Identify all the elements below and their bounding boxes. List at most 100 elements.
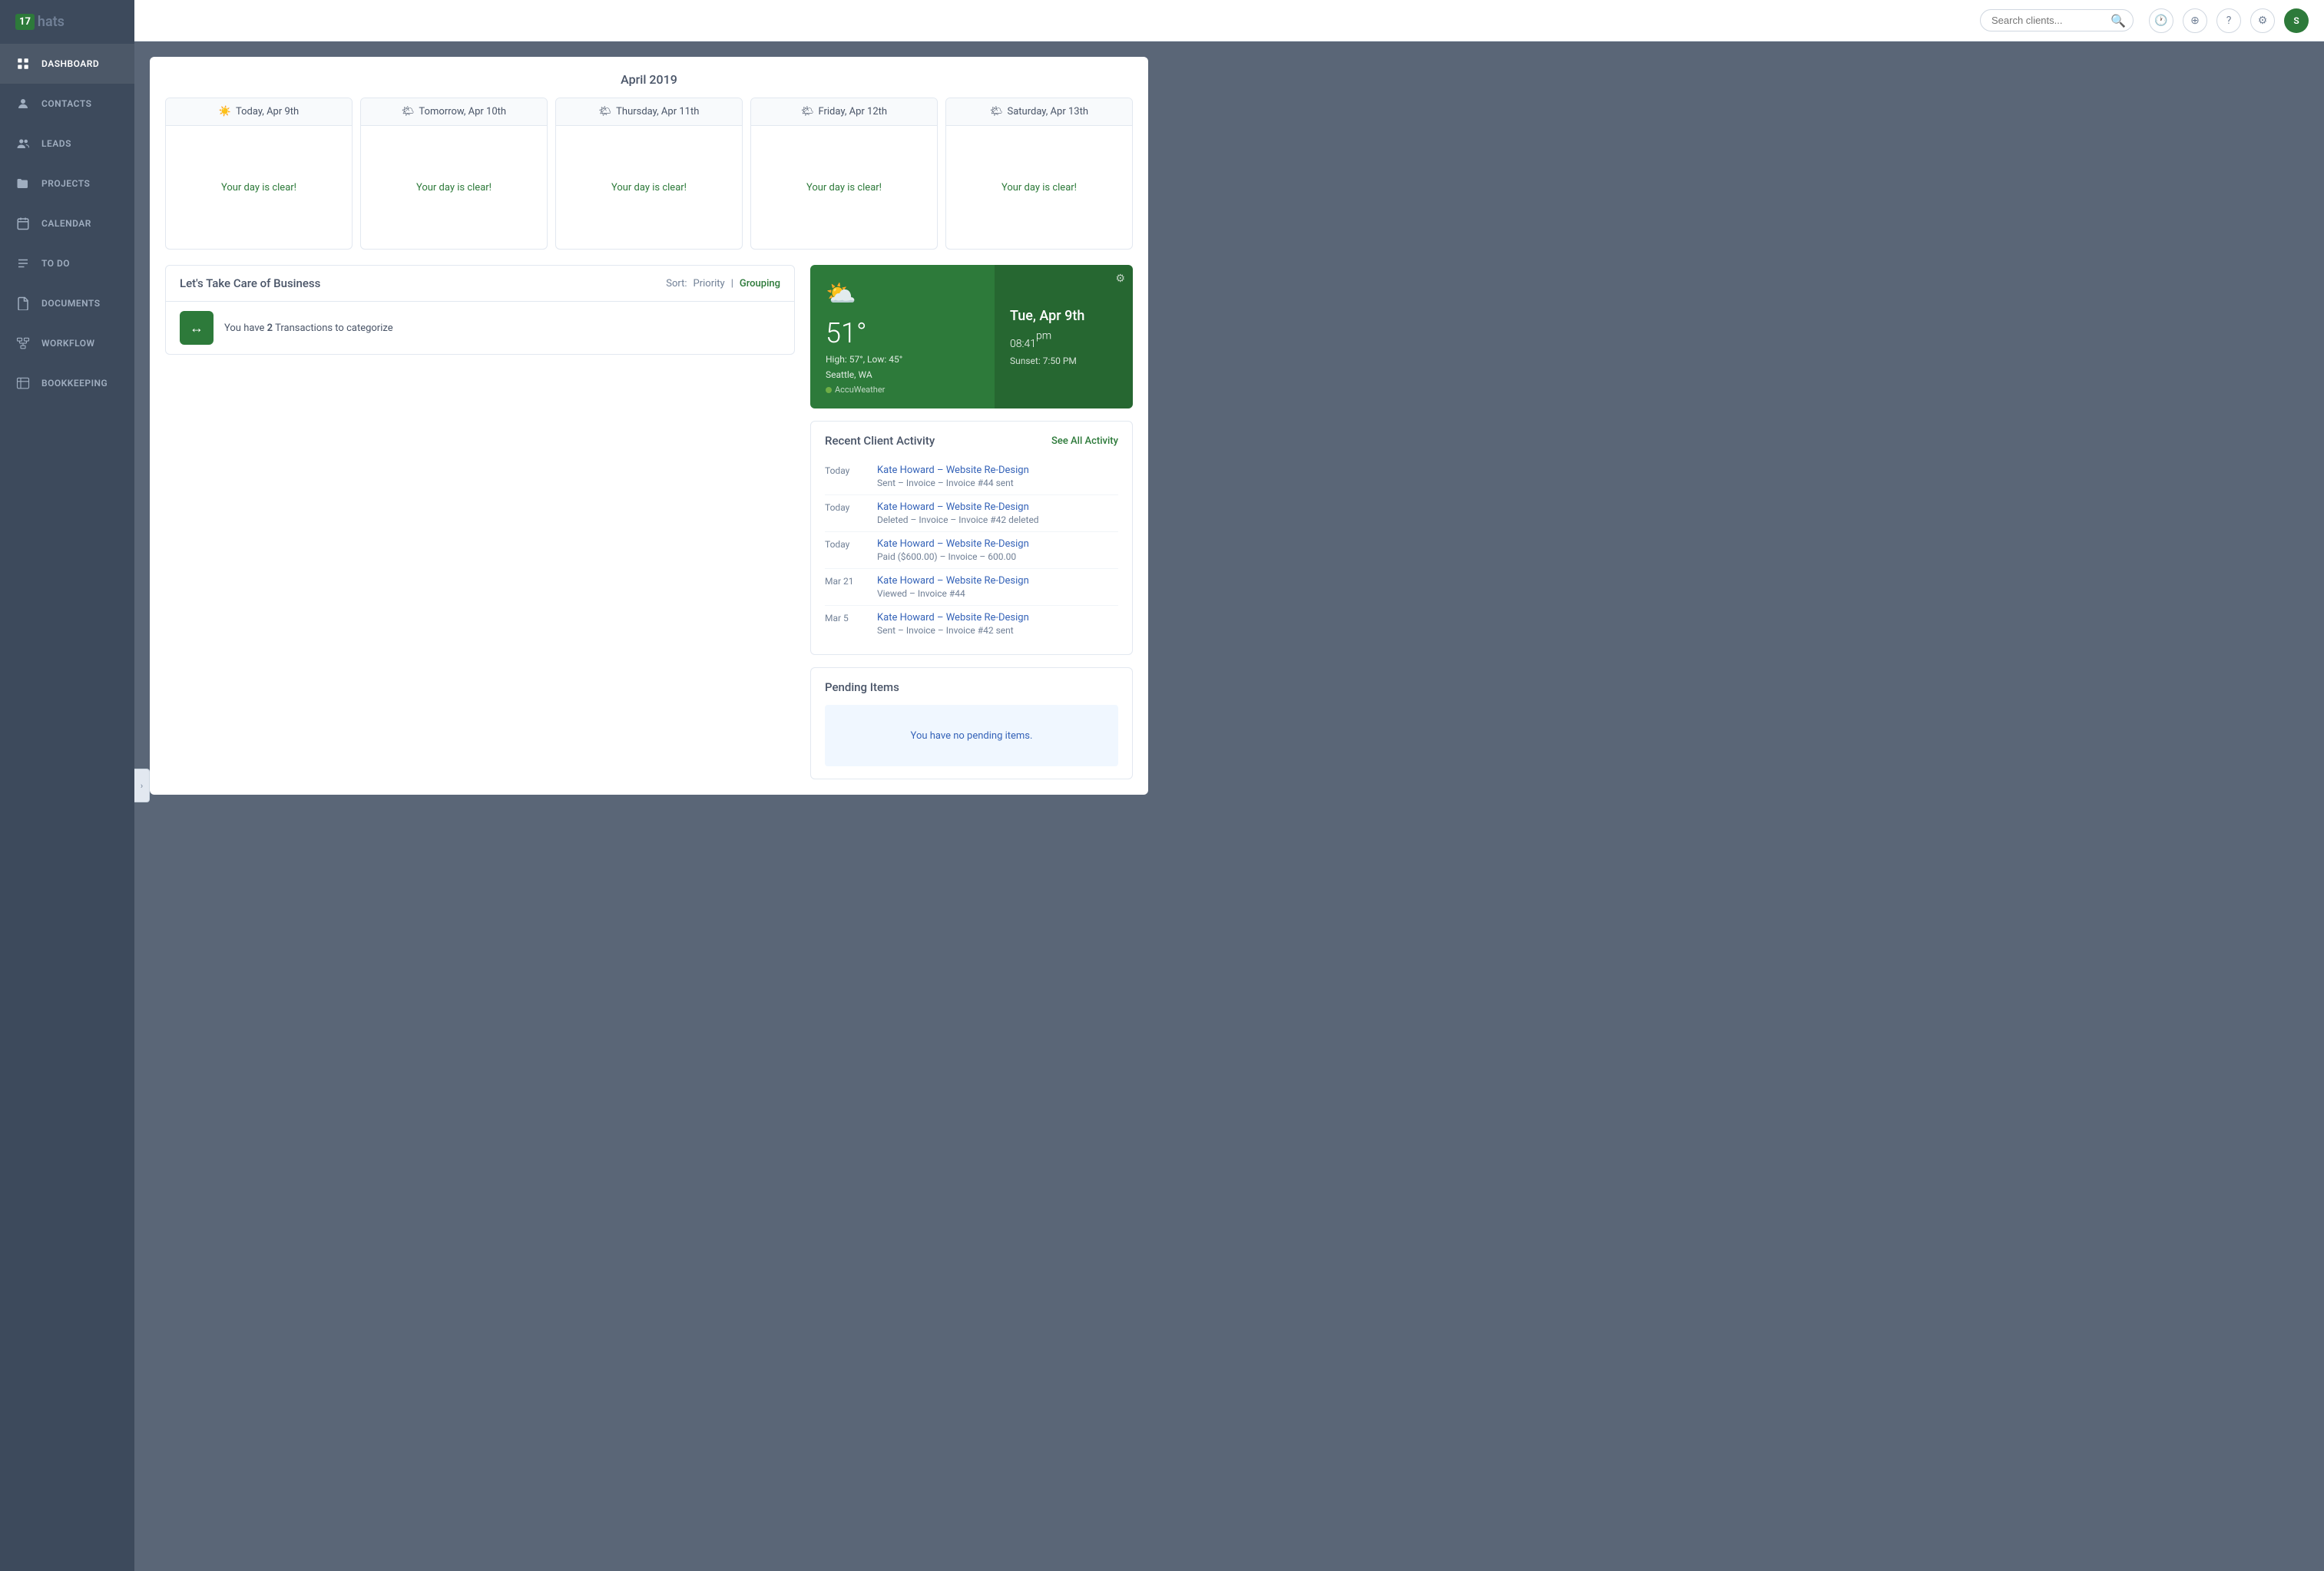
right-panel: ⛅ 51° High: 57°, Low: 45° Seattle, WA Ac… [810, 265, 1133, 779]
sidebar-item-todo[interactable]: TO DO [0, 243, 134, 283]
settings-icon-btn[interactable]: ⚙ [2250, 8, 2275, 33]
sidebar-item-leads[interactable]: LEADS [0, 124, 134, 164]
sidebar-collapse-button[interactable]: › [134, 769, 150, 802]
weather-icon-3: 🌤 [801, 106, 814, 117]
sidebar-item-projects[interactable]: PROJECTS [0, 164, 134, 203]
bookkeeping-icon [15, 375, 31, 391]
sort-row: Sort: Priority | Grouping [666, 278, 780, 289]
activity-content: Kate Howard – Website Re-Design Deleted … [877, 501, 1118, 525]
sidebar-item-workflow[interactable]: WORKFLOW [0, 323, 134, 363]
activity-link[interactable]: Kate Howard – Website Re-Design [877, 501, 1029, 513]
dashboard-inner: April 2019 ☀️ Today, Apr 9th Your day is… [150, 57, 1148, 795]
day-col-4: 🌤 Saturday, Apr 13th Your day is clear! [945, 98, 1133, 250]
weather-source: AccuWeather [826, 385, 979, 395]
sidebar-item-label: WORKFLOW [41, 338, 95, 349]
sidebar-item-label: LEADS [41, 138, 71, 149]
day-body-3[interactable]: Your day is clear! [751, 126, 937, 249]
pending-card: Pending Items You have no pending items. [810, 667, 1133, 779]
logo-box: 17 [15, 14, 35, 30]
weather-icon-1: 🌤 [402, 106, 415, 117]
activity-link[interactable]: Kate Howard – Website Re-Design [877, 575, 1029, 587]
activity-link[interactable]: Kate Howard – Website Re-Design [877, 612, 1029, 623]
day-label-3: Friday, Apr 12th [818, 106, 887, 117]
weather-icon-large: ⛅ [826, 279, 979, 308]
activity-date: Today [825, 501, 865, 525]
pending-title: Pending Items [825, 680, 1118, 694]
sidebar-item-calendar[interactable]: CALENDAR [0, 203, 134, 243]
sidebar-item-dashboard[interactable]: DASHBOARD [0, 44, 134, 84]
grouping-link[interactable]: Grouping [740, 278, 780, 289]
layers-icon-btn[interactable]: ⊕ [2183, 8, 2207, 33]
pending-empty-text: You have no pending items. [911, 730, 1033, 742]
pending-inner: You have no pending items. [825, 705, 1118, 766]
document-icon [15, 296, 31, 311]
sidebar-item-contacts[interactable]: CONTACTS [0, 84, 134, 124]
activity-date: Mar 21 [825, 575, 865, 599]
activity-item: Today Kate Howard – Website Re-Design Se… [825, 458, 1118, 495]
sidebar-item-label: TO DO [41, 258, 70, 269]
activity-desc: Sent – Invoice – Invoice #44 sent [877, 478, 1118, 488]
sidebar-item-bookkeeping[interactable]: BOOKKEEPING [0, 363, 134, 403]
activity-date: Today [825, 538, 865, 562]
sort-label: Sort: [666, 278, 687, 289]
weather-date: Tue, Apr 9th [1010, 308, 1117, 324]
activity-link[interactable]: Kate Howard – Website Re-Design [877, 538, 1029, 550]
day-body-2[interactable]: Your day is clear! [556, 126, 742, 249]
clock-icon-btn[interactable]: 🕐 [2149, 8, 2173, 33]
activity-content: Kate Howard – Website Re-Design Sent – I… [877, 465, 1118, 488]
weather-high: High: 57° [826, 354, 863, 365]
transaction-row: ↔ You have 2 Transactions to categorize [166, 302, 794, 354]
calendar-month-label: April 2019 [165, 72, 1133, 87]
app-logo[interactable]: 17 hats [0, 0, 134, 44]
activity-item: Today Kate Howard – Website Re-Design Pa… [825, 532, 1118, 569]
day-header-3: 🌤 Friday, Apr 12th [751, 98, 937, 126]
sidebar-item-documents[interactable]: DOCUMENTS [0, 283, 134, 323]
sidebar-item-label: CONTACTS [41, 98, 91, 109]
day-label-4: Saturday, Apr 13th [1008, 106, 1089, 117]
weather-icon-2: 🌤 [599, 106, 612, 117]
activity-date: Today [825, 465, 865, 488]
activity-title: Recent Client Activity [825, 434, 935, 448]
day-col-1: 🌤 Tomorrow, Apr 10th Your day is clear! [360, 98, 548, 250]
activity-header: Recent Client Activity See All Activity [825, 434, 1118, 448]
people-icon [15, 136, 31, 151]
day-body-0[interactable]: Your day is clear! [166, 126, 352, 249]
activity-link[interactable]: Kate Howard – Website Re-Design [877, 465, 1029, 476]
weather-time-period: pm [1036, 329, 1051, 342]
day-clear-1: Your day is clear! [416, 182, 492, 193]
person-icon [15, 96, 31, 111]
activity-item: Today Kate Howard – Website Re-Design De… [825, 495, 1118, 532]
business-title: Let's Take Care of Business [180, 276, 320, 290]
weather-time: 08:41pm [1010, 327, 1117, 352]
day-label-1: Tomorrow, Apr 10th [419, 106, 506, 117]
activity-list: Today Kate Howard – Website Re-Design Se… [825, 458, 1118, 642]
sidebar-item-label: DASHBOARD [41, 58, 99, 69]
sidebar-item-label: CALENDAR [41, 218, 91, 229]
business-card-header: Let's Take Care of Business Sort: Priori… [166, 266, 794, 302]
calendar-icon [15, 216, 31, 231]
activity-date: Mar 5 [825, 612, 865, 636]
activity-content: Kate Howard – Website Re-Design Viewed –… [877, 575, 1118, 599]
weather-temp: 51° [826, 317, 979, 349]
weather-sunset: Sunset: 7:50 PM [1010, 356, 1117, 366]
grid-icon [15, 56, 31, 71]
day-clear-0: Your day is clear! [221, 182, 296, 193]
activity-desc: Sent – Invoice – Invoice #42 sent [877, 625, 1118, 636]
avatar[interactable]: S [2284, 8, 2309, 33]
see-all-activity-link[interactable]: See All Activity [1051, 435, 1118, 447]
day-header-0: ☀️ Today, Apr 9th [166, 98, 352, 126]
business-card: Let's Take Care of Business Sort: Priori… [165, 265, 795, 355]
sidebar-nav: DASHBOARD CONTACTS LEADS PROJECTS CALEND [0, 44, 134, 1571]
weather-right: Tue, Apr 9th 08:41pm Sunset: 7:50 PM [995, 265, 1133, 408]
help-icon-btn[interactable]: ? [2216, 8, 2241, 33]
day-col-0: ☀️ Today, Apr 9th Your day is clear! [165, 98, 353, 250]
day-columns: ☀️ Today, Apr 9th Your day is clear! 🌤 T… [165, 98, 1133, 250]
day-body-1[interactable]: Your day is clear! [361, 126, 547, 249]
day-body-4[interactable]: Your day is clear! [946, 126, 1132, 249]
activity-content: Kate Howard – Website Re-Design Sent – I… [877, 612, 1118, 636]
weather-left: ⛅ 51° High: 57°, Low: 45° Seattle, WA Ac… [810, 265, 995, 408]
activity-desc: Deleted – Invoice – Invoice #42 deleted [877, 514, 1118, 525]
dashboard-content: April 2019 ☀️ Today, Apr 9th Your day is… [134, 41, 2324, 1571]
search-icon[interactable]: 🔍 [2110, 13, 2126, 28]
weather-gear-icon[interactable]: ⚙ [1115, 273, 1125, 285]
